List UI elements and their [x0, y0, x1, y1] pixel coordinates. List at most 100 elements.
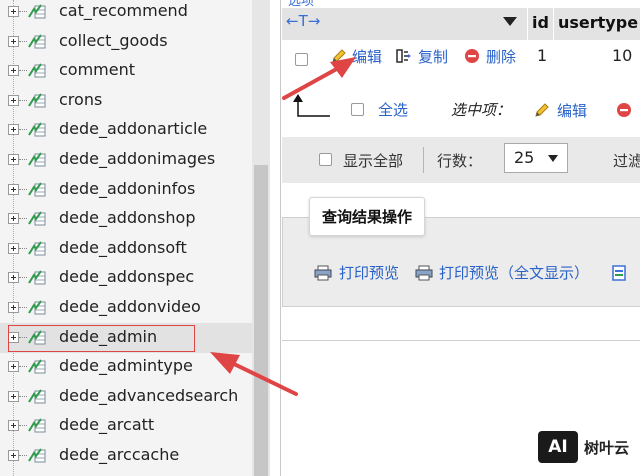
expand-icon[interactable] — [8, 65, 19, 77]
tree-item-label[interactable]: dede_admintype — [59, 356, 193, 375]
expand-icon[interactable] — [8, 420, 19, 432]
table-structure-icon[interactable] — [27, 418, 49, 434]
tree-item-label[interactable]: crons — [59, 90, 102, 109]
bulk-pencil-icon[interactable] — [533, 101, 551, 119]
tree-item-dede-addoninfos[interactable]: dede_addoninfos — [0, 175, 252, 205]
column-header-id-label[interactable]: id — [532, 13, 549, 32]
table-structure-icon[interactable] — [27, 182, 49, 198]
rows-per-page-value[interactable]: 25 — [514, 148, 534, 167]
expand-icon[interactable] — [8, 390, 19, 402]
pane-divider — [280, 0, 281, 476]
expand-icon[interactable] — [8, 94, 19, 106]
tree-item-comment[interactable]: comment — [0, 56, 252, 86]
copy-icon[interactable] — [395, 47, 413, 65]
tree-item-label[interactable]: dede_arccache — [59, 445, 179, 464]
pencil-icon[interactable] — [330, 47, 348, 65]
expand-icon[interactable] — [8, 242, 19, 254]
table-structure-icon[interactable] — [27, 34, 49, 50]
tree-connector — [19, 247, 27, 249]
tree-item-dede-addonimages[interactable]: dede_addonimages — [0, 145, 252, 175]
tree-item-dede-arcatt[interactable]: dede_arcatt — [0, 411, 252, 441]
table-structure-icon[interactable] — [27, 448, 49, 464]
results-pane: 选项 ←T→ id usertype 编辑 复制 删除 1 10 全选 选中项：… — [270, 0, 640, 476]
tree-item-dede-arccache[interactable]: dede_arccache — [0, 441, 252, 471]
tree-item-label[interactable]: dede_addonimages — [59, 149, 215, 168]
tree-item-label[interactable]: dede_addonvideo — [59, 297, 201, 316]
column-header-usertype-label[interactable]: usertype — [558, 13, 638, 32]
tree-item-cat-recommend[interactable]: cat_recommend — [0, 0, 252, 27]
table-structure-icon[interactable] — [27, 152, 49, 168]
tree-item-dede-addonshop[interactable]: dede_addonshop — [0, 204, 252, 234]
printer-icon[interactable] — [314, 265, 332, 281]
table-structure-icon[interactable] — [27, 241, 49, 257]
tree-connector — [19, 425, 27, 427]
expand-icon[interactable] — [8, 361, 19, 373]
table-structure-icon[interactable] — [27, 389, 49, 405]
expand-icon[interactable] — [8, 213, 19, 225]
chevron-down-icon[interactable] — [548, 155, 558, 162]
sort-dropdown-icon[interactable] — [503, 17, 517, 26]
export-icon[interactable] — [611, 264, 629, 282]
tree-item-dede-addonarticle[interactable]: dede_addonarticle — [0, 115, 252, 145]
column-header-id[interactable]: id — [528, 8, 554, 40]
tree-item-label[interactable]: dede_arcatt — [59, 415, 154, 434]
tree-item-label[interactable]: comment — [59, 60, 135, 79]
column-header-usertype[interactable]: usertype — [554, 8, 640, 40]
tree-item-dede-addonspec[interactable]: dede_addonspec — [0, 263, 252, 293]
tree-item-label[interactable]: dede_advancedsearch — [59, 386, 238, 405]
expand-icon[interactable] — [8, 450, 19, 461]
tree-item-collect-goods[interactable]: collect_goods — [0, 27, 252, 57]
table-structure-icon[interactable] — [27, 4, 49, 20]
delete-icon[interactable] — [464, 48, 480, 64]
cell-id: 1 — [537, 46, 548, 65]
table-structure-icon[interactable] — [27, 93, 49, 109]
expand-icon[interactable] — [8, 124, 19, 136]
tree-connector — [19, 129, 27, 131]
tree-connector — [19, 395, 27, 397]
table-structure-icon[interactable] — [27, 211, 49, 227]
print-preview-link[interactable]: 打印预览 — [339, 262, 399, 283]
expand-icon[interactable] — [8, 272, 19, 284]
show-all-label[interactable]: 显示全部 — [343, 150, 403, 171]
row-edit-link[interactable]: 编辑 — [352, 46, 382, 67]
sort-header[interactable]: ←T→ — [282, 8, 528, 40]
rows-per-page-select[interactable]: 25 — [504, 143, 568, 173]
show-all-checkbox[interactable] — [319, 153, 332, 166]
expand-icon[interactable] — [8, 35, 19, 47]
print-preview-full-link[interactable]: 打印预览（全文显示） — [439, 262, 589, 283]
select-all-checkbox[interactable] — [351, 103, 364, 116]
tree-scrollbar-thumb[interactable] — [254, 165, 268, 476]
tree-item-label[interactable]: dede_addonarticle — [59, 119, 207, 138]
tree-item-label[interactable]: dede_addonshop — [59, 208, 195, 227]
tree-item-dede-advancedsearch[interactable]: dede_advancedsearch — [0, 382, 252, 412]
expand-icon[interactable] — [8, 302, 19, 313]
row-checkbox[interactable] — [295, 53, 308, 66]
table-structure-icon[interactable] — [27, 359, 49, 375]
tree-item-label[interactable]: dede_addonspec — [59, 267, 194, 286]
table-structure-icon[interactable] — [27, 63, 49, 79]
select-all-link[interactable]: 全选 — [378, 99, 408, 120]
tree-connector — [19, 70, 27, 72]
tree-item-label[interactable]: cat_recommend — [59, 1, 188, 20]
printer-full-icon[interactable] — [415, 265, 433, 281]
tree-item-label[interactable]: dede_addonsoft — [59, 238, 187, 257]
table-structure-icon[interactable] — [27, 270, 49, 286]
expand-icon[interactable] — [8, 154, 19, 165]
tree-item-dede-addonsoft[interactable]: dede_addonsoft — [0, 234, 252, 264]
bulk-edit-link[interactable]: 编辑 — [557, 100, 587, 121]
table-structure-icon[interactable] — [27, 122, 49, 138]
table-structure-icon[interactable] — [27, 300, 49, 316]
tree-connector — [19, 188, 27, 190]
row-copy-link[interactable]: 复制 — [418, 46, 448, 67]
row-delete-link[interactable]: 删除 — [486, 46, 516, 67]
tree-item-crons[interactable]: crons — [0, 86, 252, 116]
watermark-text: 树叶云 — [584, 439, 630, 457]
tree-item-dede-admintype[interactable]: dede_admintype — [0, 352, 252, 382]
sort-arrows-icon[interactable]: ←T→ — [286, 12, 320, 30]
tree-item-label[interactable]: collect_goods — [59, 31, 168, 50]
expand-icon[interactable] — [8, 183, 19, 195]
tree-item-label[interactable]: dede_addoninfos — [59, 179, 195, 198]
expand-icon[interactable] — [8, 6, 19, 17]
bulk-delete-icon[interactable] — [616, 102, 632, 118]
tree-item-dede-addonvideo[interactable]: dede_addonvideo — [0, 293, 252, 323]
